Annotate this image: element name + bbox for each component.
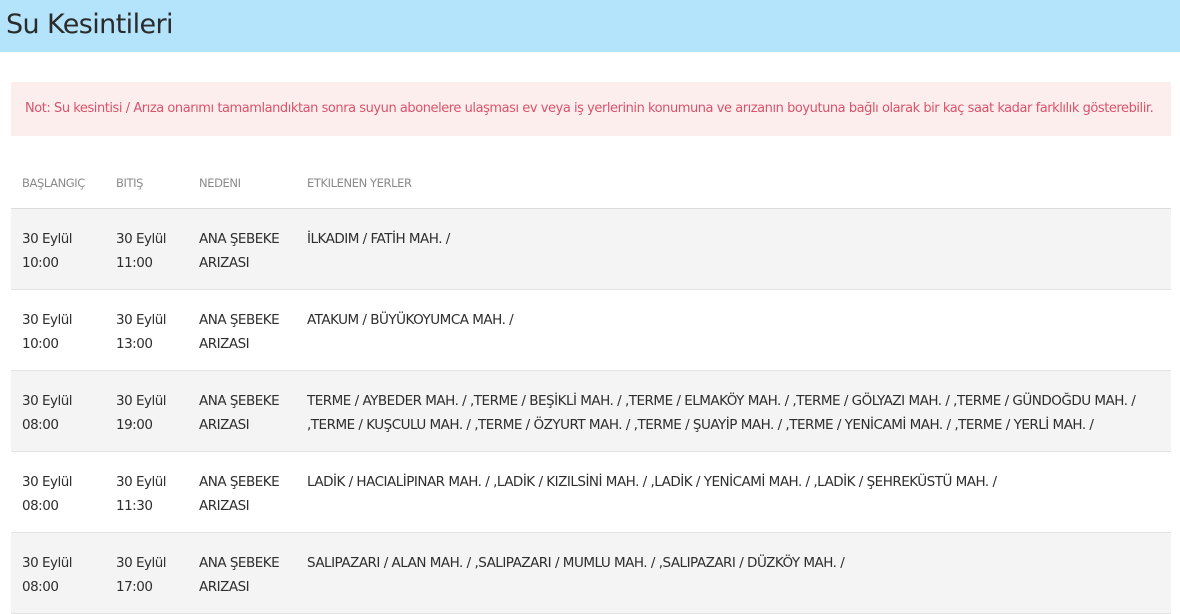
info-note: Not: Su kesintisi / Arıza onarımı tamaml… [11, 82, 1171, 136]
table-header-row: BAŞLANGIÇ BITIŞ NEDENI ETKILENEN YERLER [11, 160, 1171, 209]
cell-end: 30 Eylül 11:00 [105, 208, 188, 290]
cell-start: 30 Eylül 08:00 [11, 532, 105, 614]
cell-places: LADİK / HACIALİPINAR MAH. / ,LADİK / KIZ… [296, 451, 1171, 533]
outage-table-container: BAŞLANGIÇ BITIŞ NEDENI ETKILENEN YERLER … [11, 160, 1171, 614]
cell-places: İLKADIM / FATİH MAH. / [296, 208, 1171, 290]
cell-start: 30 Eylül 08:00 [11, 370, 105, 452]
column-header-start: BAŞLANGIÇ [11, 160, 105, 209]
cell-end: 30 Eylül 13:00 [105, 289, 188, 371]
cell-end: 30 Eylül 11:30 [105, 451, 188, 533]
page-title: Su Kesintileri [6, 9, 173, 40]
column-header-places: ETKILENEN YERLER [296, 160, 1171, 209]
table-row: 30 Eylül 08:00 30 Eylül 11:30 ANA ŞEBEKE AR… [11, 451, 1171, 533]
page-header: Su Kesintileri [0, 0, 1180, 52]
cell-reason: ANA ŞEBEKE ARIZASI [188, 451, 296, 533]
cell-places: TERME / AYBEDER MAH. / ,TERME / BEŞİKLİ … [296, 370, 1171, 452]
column-header-end: BITIŞ [105, 160, 188, 209]
cell-places: SALIPAZARI / ALAN MAH. / ,SALIPAZARI / M… [296, 532, 1171, 614]
cell-end: 30 Eylül 17:00 [105, 532, 188, 614]
table-row: 30 Eylül 08:00 30 Eylül 19:00 ANA ŞEBEKE AR… [11, 370, 1171, 452]
note-text: Not: Su kesintisi / Arıza onarımı tamaml… [25, 101, 1154, 116]
table-row: 30 Eylül 10:00 30 Eylül 13:00 ANA ŞEBEKE AR… [11, 289, 1171, 371]
outage-table: BAŞLANGIÇ BITIŞ NEDENI ETKILENEN YERLER … [11, 160, 1171, 614]
cell-start: 30 Eylül 08:00 [11, 451, 105, 533]
cell-start: 30 Eylül 10:00 [11, 208, 105, 290]
table-row: 30 Eylül 08:00 30 Eylül 17:00 ANA ŞEBEKE AR… [11, 532, 1171, 614]
column-header-reason: NEDENI [188, 160, 296, 209]
table-row: 30 Eylül 10:00 30 Eylül 11:00 ANA ŞEBEKE AR… [11, 208, 1171, 290]
cell-end: 30 Eylül 19:00 [105, 370, 188, 452]
cell-reason: ANA ŞEBEKE ARIZASI [188, 289, 296, 371]
cell-reason: ANA ŞEBEKE ARIZASI [188, 370, 296, 452]
cell-places: ATAKUM / BÜYÜKOYUMCA MAH. / [296, 289, 1171, 371]
cell-reason: ANA ŞEBEKE ARIZASI [188, 532, 296, 614]
cell-start: 30 Eylül 10:00 [11, 289, 105, 371]
cell-reason: ANA ŞEBEKE ARIZASI [188, 208, 296, 290]
